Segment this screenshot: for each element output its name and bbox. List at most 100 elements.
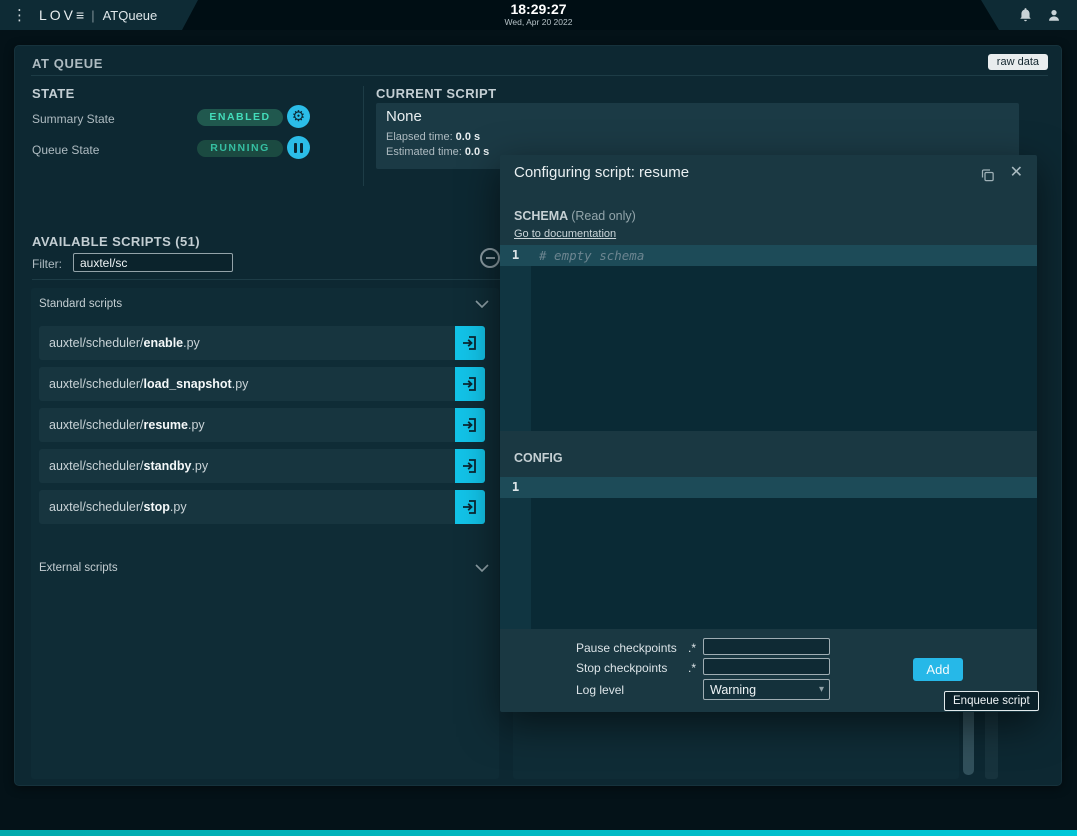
queue-pause-button[interactable] — [287, 136, 310, 159]
script-ext: .py — [232, 377, 249, 391]
external-scripts-label: External scripts — [39, 562, 118, 574]
stop-checkpoints-input[interactable] — [703, 658, 830, 675]
config-line-number: 1 — [500, 479, 531, 494]
script-path-text: auxtel/scheduler/stop.py — [39, 500, 455, 514]
schema-line-number: 1 — [500, 247, 531, 262]
script-path-text: auxtel/scheduler/load_snapshot.py — [39, 377, 455, 391]
stop-checkpoints-label: Stop checkpoints — [576, 661, 667, 675]
launch-script-button[interactable] — [455, 490, 485, 524]
script-path: auxtel/scheduler/ — [49, 500, 144, 514]
chevron-down-icon — [475, 300, 489, 308]
script-path-text: auxtel/scheduler/resume.py — [39, 418, 455, 432]
launch-script-button[interactable] — [455, 408, 485, 442]
elapsed-time-row: Elapsed time:0.0 s — [386, 131, 480, 143]
script-path-text: auxtel/scheduler/enable.py — [39, 336, 455, 350]
elapsed-time-label: Elapsed time: — [386, 131, 453, 143]
atqueue-app: ⋮ LOV≡ | ATQueue 18:29:27 Wed, Apr 20 20… — [0, 0, 1077, 836]
launch-script-icon — [462, 376, 478, 392]
collapse-all-button[interactable] — [480, 248, 500, 268]
script-row: auxtel/scheduler/load_snapshot.py — [39, 367, 485, 401]
schema-editor[interactable]: 1 # empty schema — [500, 245, 1037, 431]
script-path: auxtel/scheduler/ — [49, 377, 144, 391]
log-level-select[interactable]: Warning ▾ — [703, 679, 830, 700]
copy-icon — [980, 167, 995, 183]
pause-checkpoints-pattern: .* — [688, 641, 696, 655]
clock-date: Wed, Apr 20 2022 — [0, 17, 1077, 27]
section-divider — [363, 86, 364, 186]
launch-script-button[interactable] — [455, 449, 485, 483]
script-name: load_snapshot — [144, 377, 232, 391]
schema-readonly-note: (Read only) — [571, 209, 636, 223]
scrollbar-track[interactable] — [985, 703, 998, 779]
script-ext: .py — [183, 336, 200, 350]
notifications-bell-icon[interactable] — [1018, 7, 1033, 23]
config-editor[interactable]: 1 — [500, 477, 1037, 629]
script-ext: .py — [191, 459, 208, 473]
estimated-time-label: Estimated time: — [386, 146, 462, 158]
config-heading: CONFIG — [514, 451, 563, 465]
topbar: ⋮ LOV≡ | ATQueue 18:29:27 Wed, Apr 20 20… — [0, 0, 1077, 30]
script-row: auxtel/scheduler/resume.py — [39, 408, 485, 442]
pause-icon — [294, 143, 303, 153]
raw-data-button[interactable]: raw data — [988, 54, 1048, 70]
queue-state-badge: RUNNING — [197, 140, 283, 157]
script-path: auxtel/scheduler/ — [49, 459, 144, 473]
header-divider — [31, 75, 1048, 76]
script-name: resume — [144, 418, 188, 432]
elapsed-time-value: 0.0 s — [456, 131, 480, 143]
launch-script-icon — [462, 335, 478, 351]
modal-title: Configuring script: resume — [514, 164, 689, 181]
current-script-heading: CURRENT SCRIPT — [376, 86, 496, 101]
summary-state-label: Summary State — [32, 112, 115, 126]
available-scripts-heading: AVAILABLE SCRIPTS (51) — [32, 234, 200, 249]
scrollbar-thumb[interactable] — [963, 703, 974, 775]
standard-scripts-label: Standard scripts — [39, 298, 122, 310]
script-ext: .py — [188, 418, 205, 432]
script-name: standby — [144, 459, 192, 473]
launch-script-icon — [462, 458, 478, 474]
summary-state-badge: ENABLED — [197, 109, 283, 126]
script-ext: .py — [170, 500, 187, 514]
script-row: auxtel/scheduler/stop.py — [39, 490, 485, 524]
summary-state-config-button[interactable]: ⚙ — [287, 105, 310, 128]
script-name: stop — [144, 500, 170, 514]
user-profile-icon[interactable] — [1047, 8, 1061, 23]
minus-circle-icon — [486, 257, 495, 259]
queue-state-label: Queue State — [32, 143, 99, 157]
script-path-text: auxtel/scheduler/standby.py — [39, 459, 455, 473]
estimated-time-row: Estimated time:0.0 s — [386, 146, 489, 158]
editor-active-line — [500, 477, 1037, 498]
script-row: auxtel/scheduler/enable.py — [39, 326, 485, 360]
scripts-list-panel: Standard scripts auxtel/scheduler/enable… — [31, 288, 499, 779]
pause-checkpoints-label: Pause checkpoints — [576, 641, 677, 655]
add-button[interactable]: Add — [913, 658, 963, 681]
standard-scripts-header[interactable]: Standard scripts — [39, 294, 489, 314]
estimated-time-value: 0.0 s — [465, 146, 489, 158]
launch-script-button[interactable] — [455, 326, 485, 360]
launch-script-button[interactable] — [455, 367, 485, 401]
log-level-value: Warning — [710, 683, 756, 697]
state-heading: STATE — [32, 86, 75, 101]
script-path: auxtel/scheduler/ — [49, 336, 144, 350]
copy-config-button[interactable] — [980, 167, 995, 186]
chevron-down-icon — [475, 564, 489, 572]
documentation-link[interactable]: Go to documentation — [514, 228, 616, 240]
script-row: auxtel/scheduler/standby.py — [39, 449, 485, 483]
pause-checkpoints-input[interactable] — [703, 638, 830, 655]
schema-heading-text: SCHEMA — [514, 209, 568, 223]
schema-heading: SCHEMA (Read only) — [514, 209, 636, 223]
page-title: AT QUEUE — [32, 56, 103, 71]
schema-code-comment: # empty schema — [539, 248, 644, 263]
close-modal-button[interactable]: ✕ — [1010, 162, 1023, 181]
filter-input[interactable] — [73, 253, 233, 272]
enqueue-script-tooltip: Enqueue script — [944, 691, 1039, 711]
script-name: enable — [144, 336, 184, 350]
footer-accent-bar — [0, 830, 1077, 836]
launch-script-icon — [462, 417, 478, 433]
gear-icon: ⚙ — [292, 109, 305, 124]
configure-script-modal: Configuring script: resume ✕ SCHEMA (Rea… — [500, 155, 1037, 712]
clock: 18:29:27 Wed, Apr 20 2022 — [0, 2, 1077, 27]
external-scripts-header[interactable]: External scripts — [39, 558, 489, 578]
current-script-name: None — [386, 108, 422, 125]
clock-time: 18:29:27 — [0, 2, 1077, 17]
